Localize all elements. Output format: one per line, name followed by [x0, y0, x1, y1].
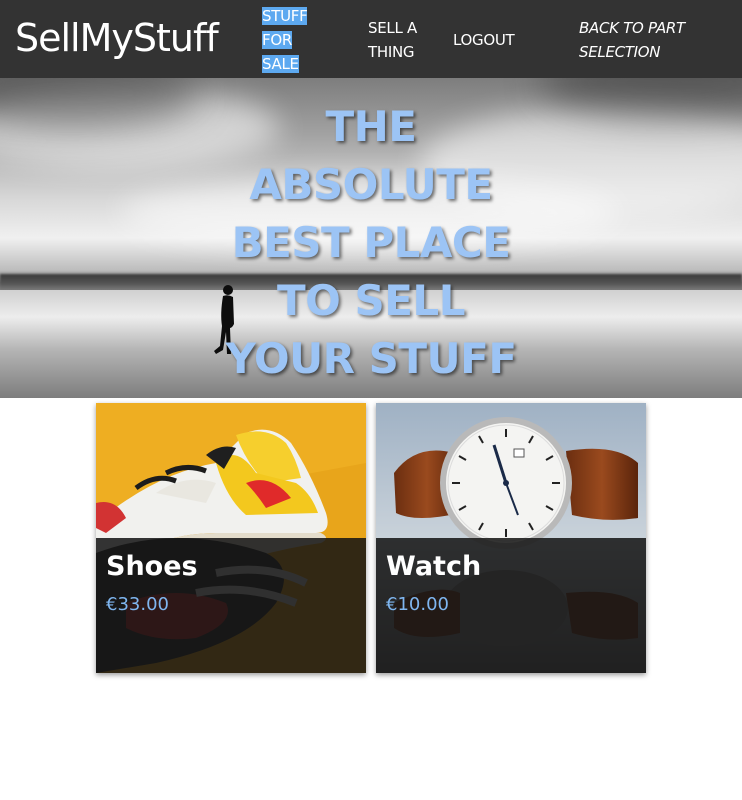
product-card-shoes[interactable]: Shoes €33.00 [96, 403, 366, 673]
product-card-watch[interactable]: Watch €10.00 [376, 403, 646, 673]
nav-logout[interactable]: LOGOUT [453, 28, 515, 52]
nav-stuff-for-sale-line: SALE [262, 55, 299, 73]
product-price: €33.00 [106, 594, 169, 615]
hero-title-line: ABSOLUTE [249, 160, 493, 209]
brand-logo[interactable]: SellMyStuff [15, 14, 219, 62]
hero-title-line: THE [325, 102, 418, 151]
hero-title-line: YOUR STUFF [225, 334, 517, 383]
product-name: Watch [386, 551, 482, 582]
nav-back-to-part-selection[interactable]: BACK TO PART SELECTION [579, 16, 739, 64]
product-price: €10.00 [386, 594, 449, 615]
hero-title-line: TO SELL [277, 276, 465, 325]
product-name: Shoes [106, 551, 198, 582]
hero-banner: THE ABSOLUTE BEST PLACE TO SELL YOUR STU… [0, 78, 742, 398]
nav-sell-a-thing[interactable]: SELL A THING [368, 16, 430, 64]
hero-title-line: BEST PLACE [231, 218, 511, 267]
navbar: SellMyStuff STUFF FOR SALE SELL A THING … [0, 0, 742, 78]
nav-stuff-for-sale[interactable]: STUFF FOR SALE [262, 4, 316, 76]
nav-stuff-for-sale-line: FOR [262, 31, 292, 49]
nav-stuff-for-sale-line: STUFF [262, 7, 308, 25]
hero-title: THE ABSOLUTE BEST PLACE TO SELL YOUR STU… [196, 98, 546, 388]
